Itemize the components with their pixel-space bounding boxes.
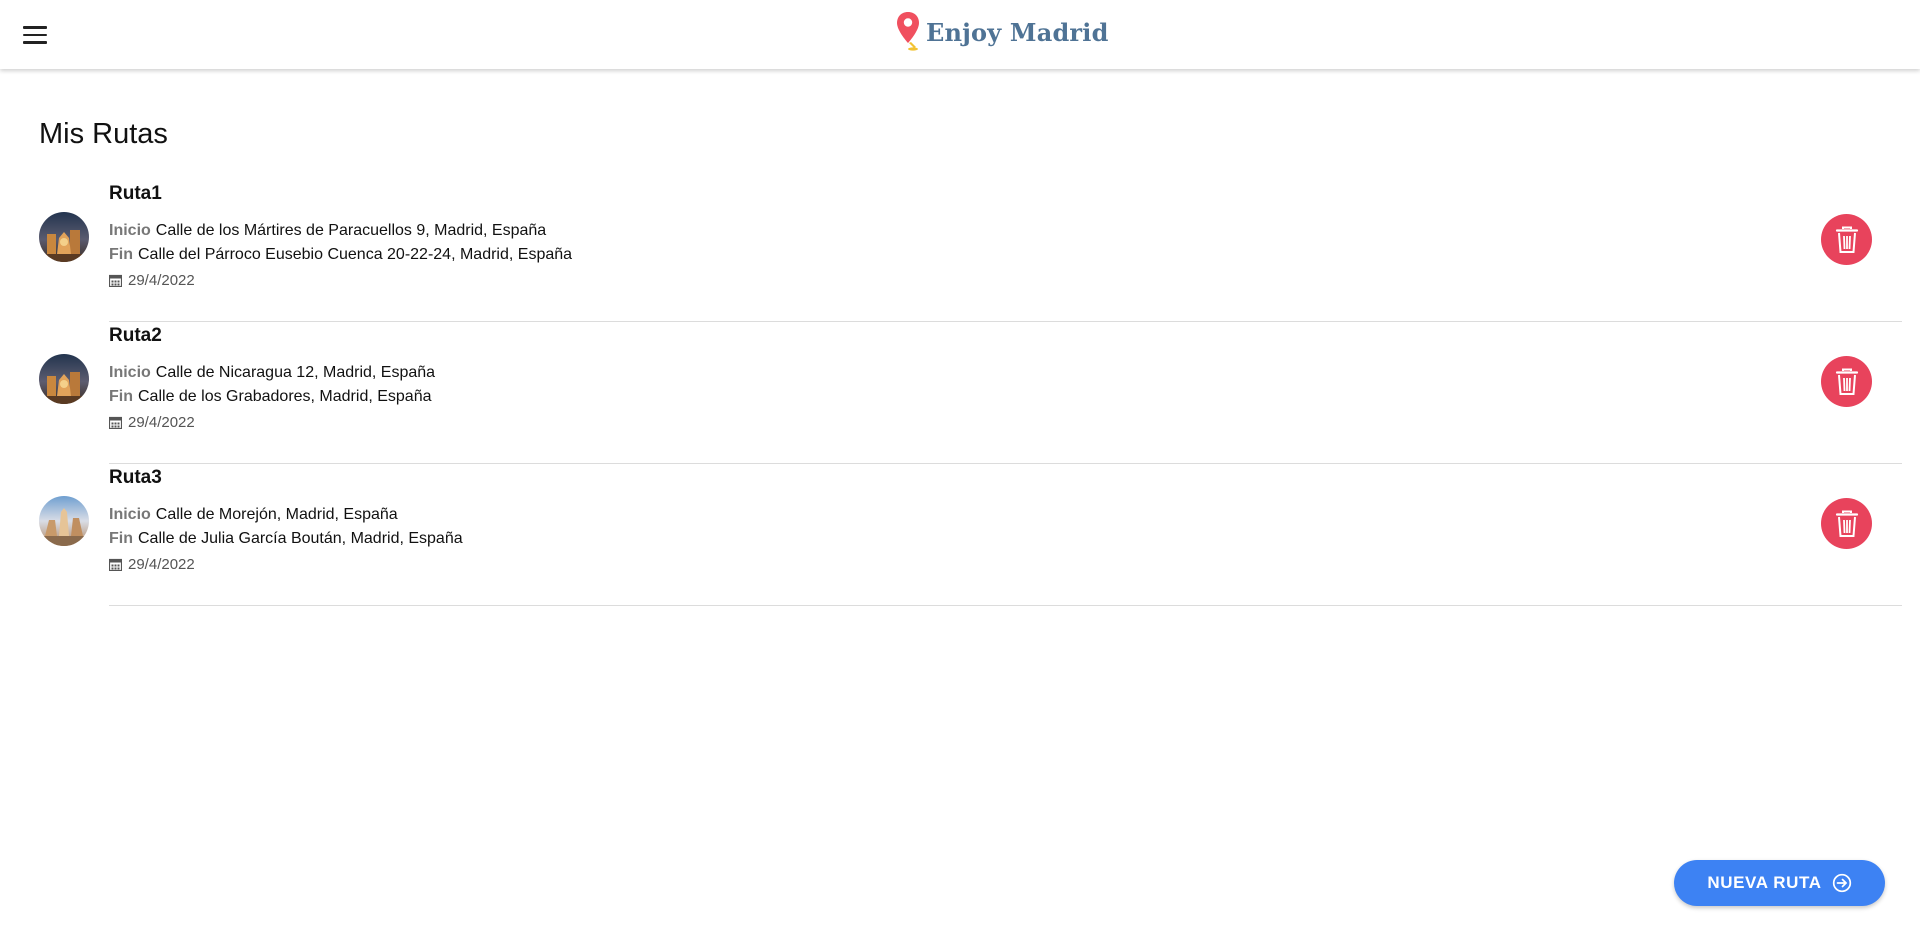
top-app-bar: Enjoy Madrid [0,0,1920,69]
route-list: Ruta1 Inicio Calle de los Mártires de Par… [0,180,1920,606]
delete-route-button[interactable] [1821,356,1872,407]
new-route-button[interactable]: NUEVA RUTA [1674,860,1885,906]
calendar-icon [109,416,122,429]
start-label: Inicio [109,364,151,381]
trash-icon [1835,368,1858,395]
route-start: Inicio Calle de los Mártires de Paracuell… [109,222,546,240]
end-label: Fin [109,388,133,405]
menu-button[interactable] [18,21,52,49]
start-address: Calle de Morejón, Madrid, España [155,506,398,523]
route-name: Ruta1 [109,183,162,204]
delete-route-button[interactable] [1821,498,1872,549]
route-details: Ruta2 Inicio Calle de Nicaragua 12, Madri… [109,322,1902,464]
new-route-label: NUEVA RUTA [1707,873,1822,892]
date-value: 29/4/2022 [128,414,195,431]
route-item[interactable]: Ruta2 Inicio Calle de Nicaragua 12, Madri… [0,322,1920,464]
page-title: Mis Rutas [39,118,168,150]
route-date: 29/4/2022 [109,414,195,431]
route-name: Ruta2 [109,325,162,346]
calendar-icon [109,274,122,287]
map-pin-icon [897,12,919,51]
end-address: Calle de los Grabadores, Madrid, España [138,388,432,405]
route-date: 29/4/2022 [109,556,195,573]
route-end: Fin Calle de los Grabadores, Madrid, Espa… [109,388,432,406]
route-thumbnail [39,496,89,546]
start-address: Calle de Nicaragua 12, Madrid, España [155,364,436,381]
route-name: Ruta3 [109,467,162,488]
route-thumbnail [39,212,89,262]
start-label: Inicio [109,222,151,239]
trash-icon [1835,510,1858,537]
end-address: Calle del Párroco Eusebio Cuenca 20-22-2… [138,246,573,263]
route-thumbnail [39,354,89,404]
route-end: Fin Calle de Julia García Boután, Madrid,… [109,530,463,548]
end-label: Fin [109,246,133,263]
delete-route-button[interactable] [1821,214,1872,265]
route-details: Ruta1 Inicio Calle de los Mártires de Par… [109,180,1902,322]
trash-icon [1835,226,1858,253]
end-label: Fin [109,530,133,547]
route-end: Fin Calle del Párroco Eusebio Cuenca 20-2… [109,246,572,264]
date-value: 29/4/2022 [128,556,195,573]
brand-name: Enjoy Madrid [926,17,1109,47]
date-value: 29/4/2022 [128,272,195,289]
hamburger-menu-icon [23,26,47,29]
arrow-right-circle-icon [1832,873,1851,893]
route-details: Ruta3 Inicio Calle de Morejón, Madrid, Es… [109,464,1902,606]
brand-logo[interactable]: Enjoy Madrid [894,10,1109,54]
route-start: Inicio Calle de Morejón, Madrid, España [109,506,398,524]
start-address: Calle de los Mártires de Paracuellos 9, … [155,222,547,239]
route-item[interactable]: Ruta1 Inicio Calle de los Mártires de Par… [0,180,1920,322]
route-date: 29/4/2022 [109,272,195,289]
route-item[interactable]: Ruta3 Inicio Calle de Morejón, Madrid, Es… [0,464,1920,606]
calendar-icon [109,558,122,571]
start-label: Inicio [109,506,151,523]
end-address: Calle de Julia García Boután, Madrid, Es… [138,530,463,547]
route-start: Inicio Calle de Nicaragua 12, Madrid, Esp… [109,364,435,382]
